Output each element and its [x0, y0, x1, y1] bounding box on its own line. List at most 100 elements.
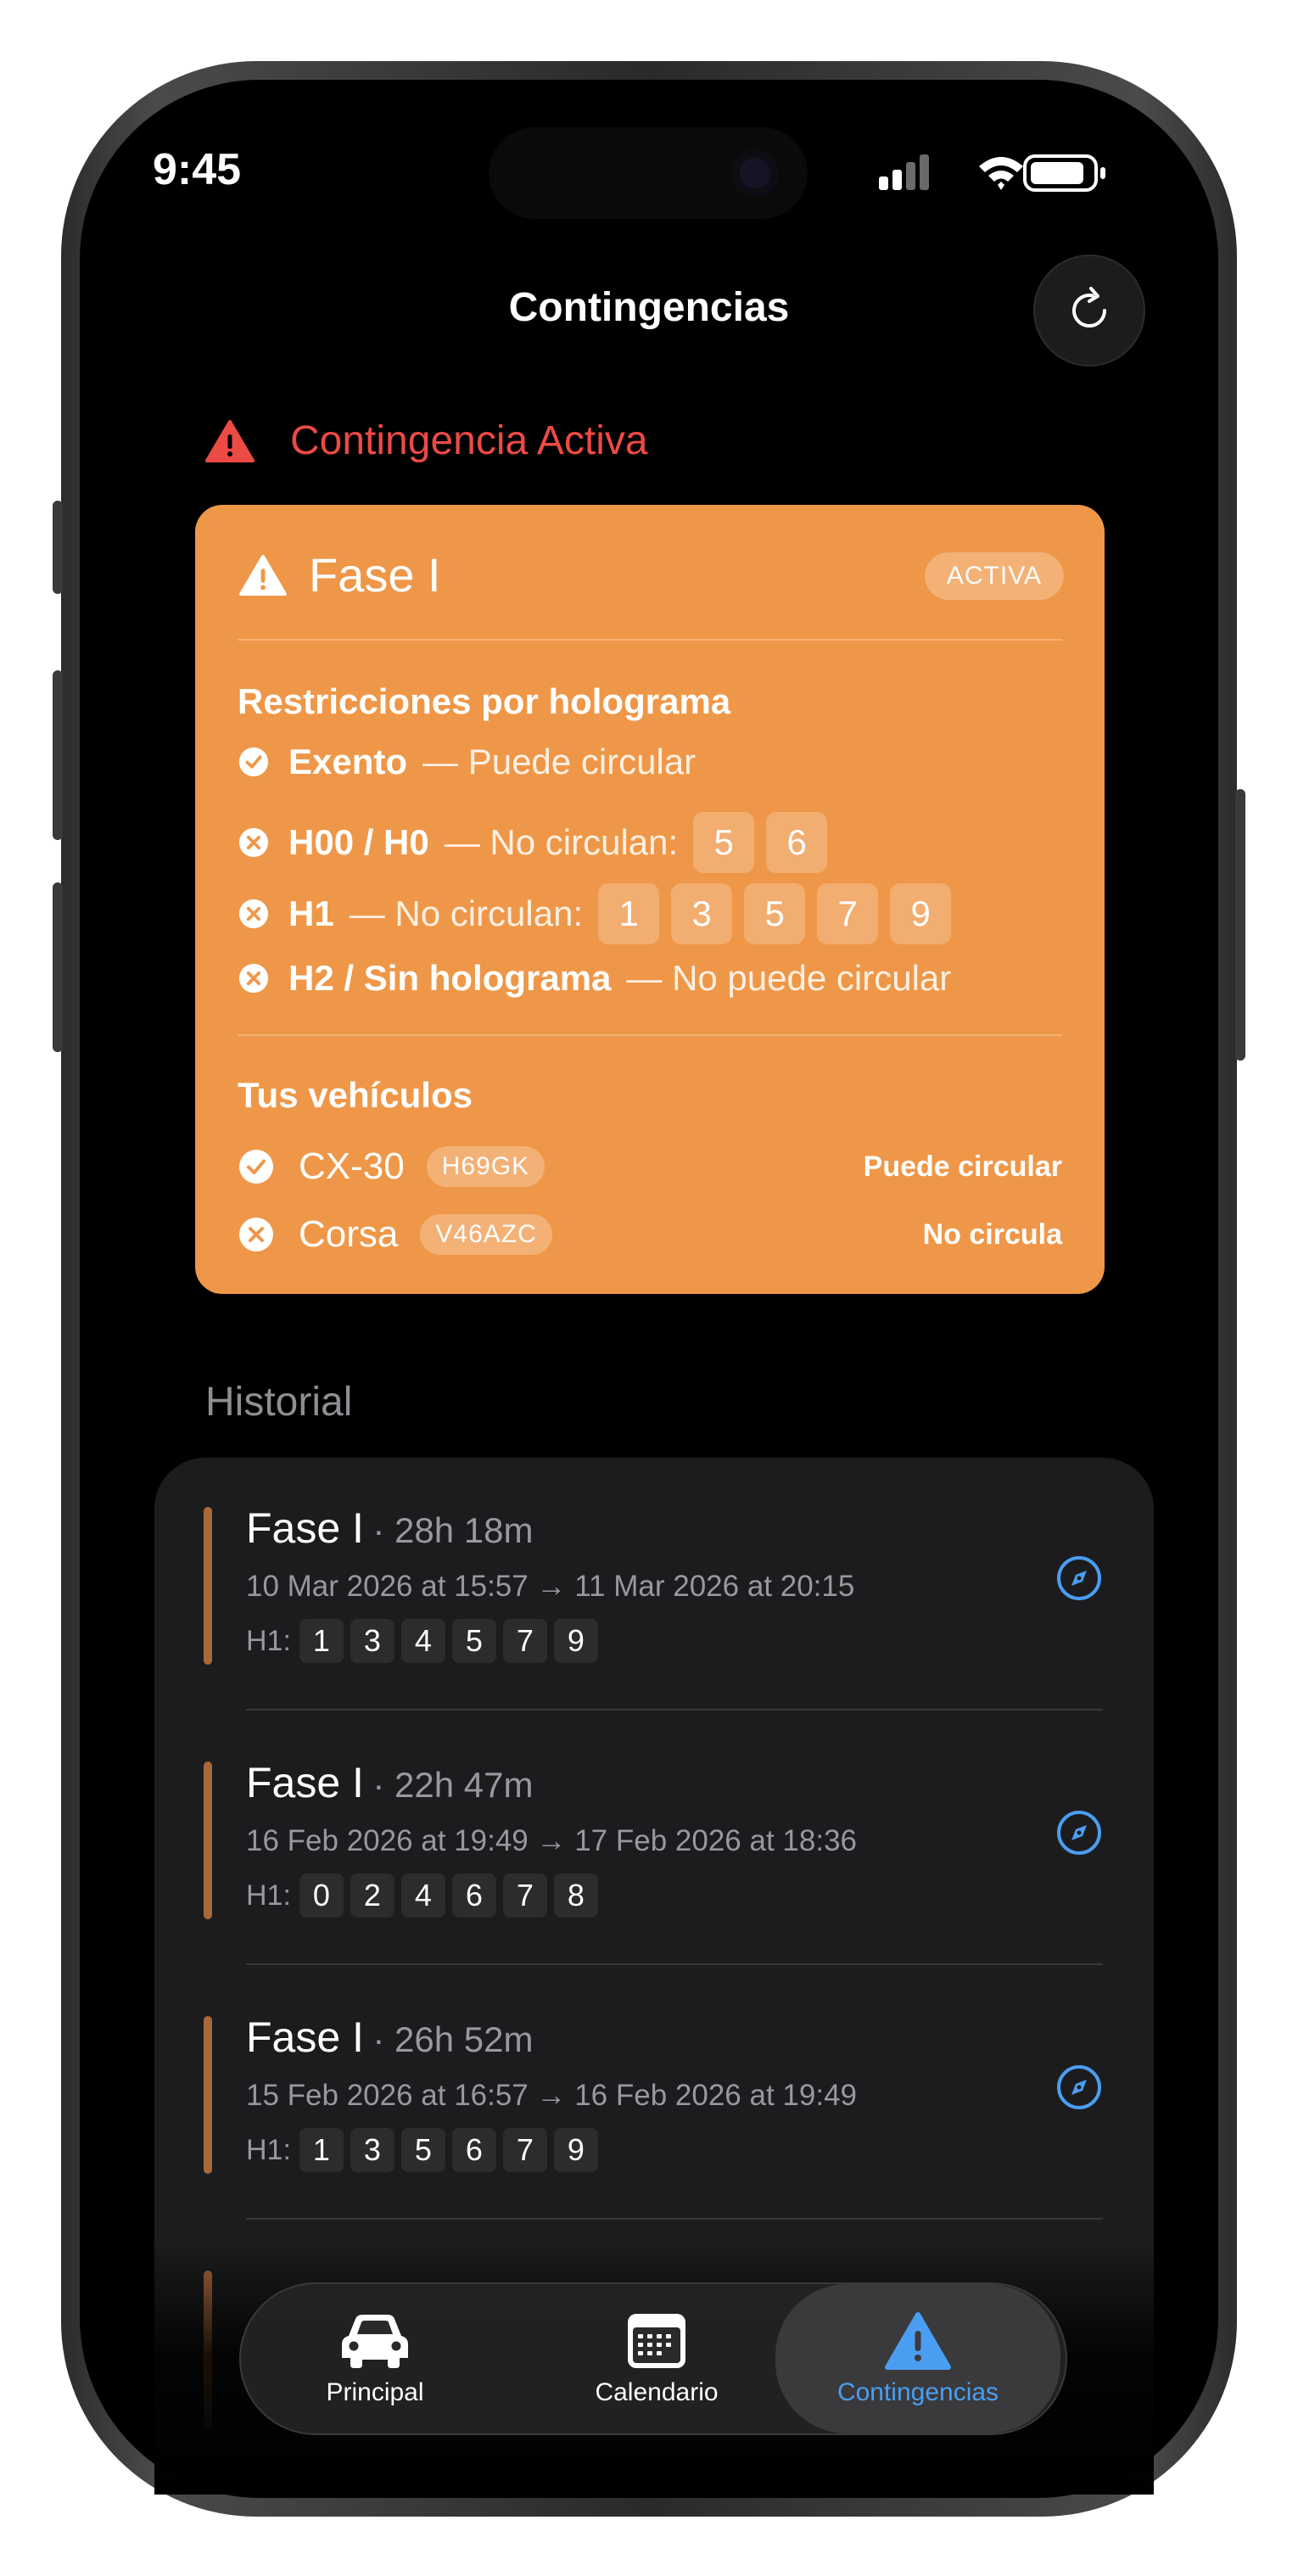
rule-desc: — No puede circular — [626, 958, 952, 998]
plate-digit: 5 — [400, 2128, 445, 2172]
history-title: Fase I · 26h 52m — [246, 2013, 534, 2062]
car-icon — [342, 2315, 408, 2368]
vehicle-name: CX-30 — [299, 1145, 405, 1187]
divider — [246, 1963, 1103, 1965]
plate-digit: 7 — [502, 1619, 547, 1663]
history-duration: · 22h 47m — [372, 1765, 534, 1805]
tab-label: Principal — [326, 2378, 424, 2406]
digits-label: H1: — [246, 1879, 291, 1912]
vehicles-label: Tus vehículos — [238, 1075, 473, 1115]
plate-badge: H69GK — [426, 1146, 545, 1187]
plate-digit: 3 — [350, 1619, 394, 1663]
warning-icon — [205, 419, 255, 462]
history-phase: Fase I — [246, 1759, 364, 1806]
check-circle-icon — [238, 747, 269, 777]
volume-up-button — [53, 670, 63, 840]
status-time: 9:45 — [153, 145, 242, 194]
plate-digit: 7 — [502, 2128, 547, 2172]
plate-digit: 9 — [890, 883, 952, 944]
plate-digit: 5 — [693, 812, 755, 873]
warning-icon — [239, 554, 287, 596]
plate-digit: 2 — [350, 1873, 394, 1918]
action-button — [53, 501, 63, 594]
plate-digit: 4 — [400, 1873, 445, 1918]
plate-digit: 6 — [766, 812, 828, 873]
plate-digit: 3 — [350, 2128, 394, 2172]
phase-color-bar — [204, 2016, 212, 2174]
plate-digit: 1 — [299, 1619, 344, 1663]
tab-bar: Principal Calendario Contingencias — [239, 2282, 1067, 2435]
history-item[interactable]: Fase I · 26h 52m 15 Feb 2026 at 16:57 → … — [154, 1967, 1154, 2221]
history-phase: Fase I — [246, 2013, 364, 2061]
front-camera — [731, 149, 779, 197]
plate-digit: 1 — [598, 883, 660, 944]
phase-color-bar — [204, 1507, 212, 1665]
status-icons — [874, 151, 1111, 199]
digits-label: H1: — [246, 2133, 291, 2166]
compass-icon[interactable] — [1054, 2062, 1105, 2113]
refresh-button[interactable] — [1033, 255, 1145, 367]
status-badge: ACTIVA — [924, 552, 1064, 600]
phase-color-bar — [204, 1761, 212, 1919]
history-phase: Fase I — [246, 1504, 364, 1552]
plate-digit: 4 — [400, 1619, 445, 1663]
rule-row-h00-h0: H00 / H0 — No circulan: 5 6 — [238, 810, 828, 875]
plate-digit: 1 — [299, 2128, 344, 2172]
plate-digit: 6 — [451, 1873, 496, 1918]
x-circle-icon — [238, 827, 269, 858]
history-dates: 10 Mar 2026 at 15:57 → 11 Mar 2026 at 20… — [246, 1570, 855, 1603]
divider — [246, 2218, 1103, 2220]
history-dates: 15 Feb 2026 at 16:57 → 16 Feb 2026 at 19… — [246, 2079, 857, 2112]
vehicle-row[interactable]: Corsa V46AZC No circula — [238, 1209, 1062, 1260]
history-title: Fase I · 28h 18m — [246, 1504, 534, 1553]
rule-row-h2: H2 / Sin holograma — No puede circular — [238, 955, 951, 1002]
history-label: Historial — [205, 1380, 353, 1425]
active-contingency-card: Fase I ACTIVA Restricciones por hologram… — [195, 505, 1105, 1294]
plate-digit: 5 — [744, 883, 806, 944]
volume-down-button — [53, 882, 63, 1052]
tab-calendario[interactable]: Calendario — [529, 2284, 784, 2433]
history-item[interactable]: Fase I · 22h 47m 16 Feb 2026 at 19:49 → … — [154, 1712, 1154, 1967]
vehicle-status: Puede circular — [863, 1150, 1062, 1183]
history-title: Fase I · 22h 47m — [246, 1758, 534, 1807]
restrictions-label: Restricciones por holograma — [238, 681, 731, 721]
rule-name: H2 / Sin holograma — [288, 958, 612, 998]
plate-digit: 7 — [502, 1873, 547, 1918]
history-digits: H1: 0 2 4 6 7 8 — [246, 1873, 605, 1918]
history-dates: 16 Feb 2026 at 19:49 → 17 Feb 2026 at 18… — [246, 1824, 857, 1857]
check-circle-icon — [239, 1150, 273, 1184]
plate-digit: 6 — [451, 2128, 496, 2172]
history-duration: · 26h 52m — [372, 2019, 534, 2059]
calendar-icon — [628, 2314, 685, 2368]
history-duration: · 28h 18m — [372, 1510, 534, 1550]
rule-name: H1 — [288, 893, 334, 933]
wifi-icon — [979, 157, 1023, 190]
compass-icon[interactable] — [1054, 1807, 1105, 1858]
divider — [246, 1709, 1103, 1711]
rule-name: H00 / H0 — [288, 822, 429, 862]
plate-badge: V46AZC — [420, 1214, 552, 1255]
card-header: Fase I — [239, 547, 441, 602]
compass-icon[interactable] — [1054, 1553, 1105, 1604]
divider — [238, 1034, 1062, 1036]
digits-label: H1: — [246, 1624, 291, 1657]
rule-desc: — No circulan: — [349, 893, 584, 933]
warning-icon — [885, 2312, 951, 2370]
history-item[interactable]: Fase I · 28h 18m 10 Mar 2026 at 15:57 → … — [154, 1458, 1154, 1712]
x-circle-icon — [239, 1218, 273, 1252]
rule-desc: — No circulan: — [444, 822, 679, 862]
plate-digit: 0 — [299, 1873, 344, 1918]
tab-principal[interactable]: Principal — [248, 2284, 502, 2433]
tab-label: Contingencias — [836, 2378, 999, 2406]
plate-digit: 9 — [553, 2128, 598, 2172]
vehicle-name: Corsa — [299, 1213, 399, 1255]
phase-title: Fase I — [309, 548, 441, 602]
rule-row-h1: H1 — No circulan: 1 3 5 7 9 — [238, 882, 952, 946]
history-digits: H1: 1 3 5 6 7 9 — [246, 2128, 605, 2172]
vehicle-row[interactable]: CX-30 H69GK Puede circular — [238, 1141, 1062, 1192]
rule-desc: — Puede circular — [422, 742, 697, 781]
rule-name: Exento — [288, 742, 408, 781]
battery-icon — [1023, 154, 1105, 192]
plate-digit: 9 — [553, 1619, 598, 1663]
tab-contingencias[interactable]: Contingencias — [775, 2284, 1060, 2433]
